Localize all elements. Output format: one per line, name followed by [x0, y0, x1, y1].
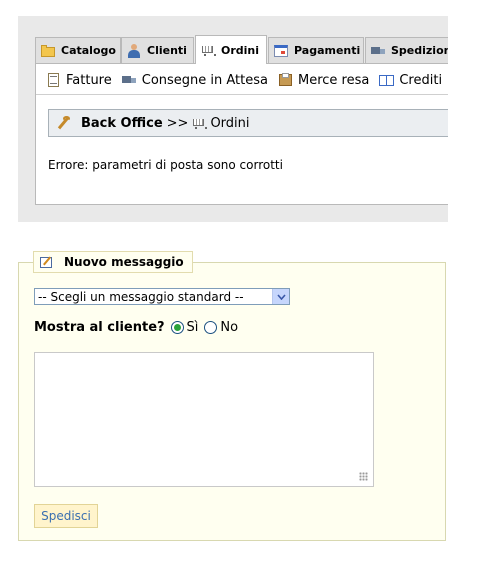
error-message: Errore: parametri di posta sono corrotti	[48, 158, 283, 172]
message-textarea[interactable]	[34, 352, 374, 487]
radio-yes[interactable]	[170, 321, 184, 334]
admin-panel: Catalogo Clienti Ordini Pagamenti Spediz…	[18, 16, 448, 222]
cart-icon	[201, 43, 216, 57]
breadcrumb-root[interactable]: Back Office	[81, 116, 163, 131]
resize-grip-icon[interactable]	[359, 472, 368, 481]
user-icon	[127, 43, 141, 58]
tab-clienti[interactable]: Clienti	[121, 37, 194, 63]
folder-icon	[41, 44, 55, 58]
tab-pagamenti[interactable]: Pagamenti	[268, 37, 364, 63]
fieldset-legend: Nuovo messaggio	[33, 251, 193, 273]
breadcrumb-current: Ordini	[210, 115, 250, 131]
new-message-fieldset: Nuovo messaggio -- Scegli un messaggio s…	[18, 251, 446, 541]
breadcrumb-separator: >>	[166, 115, 189, 131]
wrench-icon	[57, 116, 71, 130]
radio-no-label[interactable]: No	[220, 320, 238, 335]
breadcrumb: Back Office >> Ordini	[48, 109, 448, 137]
tab-label: Catalogo	[61, 44, 116, 57]
sub-navigation: Fatture Consegne in Attesa Merce resa Cr…	[46, 70, 448, 90]
show-to-customer-row: Mostra al cliente? Sì No	[34, 320, 244, 335]
tab-label: Pagamenti	[294, 44, 361, 57]
divider	[36, 94, 448, 95]
invoice-icon	[46, 73, 62, 87]
main-tabs: Catalogo Clienti Ordini Pagamenti Spediz…	[35, 35, 448, 64]
tab-ordini[interactable]: Ordini	[195, 35, 267, 64]
note-icon	[40, 256, 54, 268]
book-icon	[379, 73, 395, 87]
tab-label: Ordini	[221, 43, 260, 57]
subnav-label: Merce resa	[298, 72, 370, 88]
select-value: -- Scegli un messaggio standard --	[38, 289, 244, 304]
subnav-label: Consegne in Attesa	[141, 72, 268, 88]
subnav-label: Fatture	[66, 72, 112, 88]
subnav-label: Crediti	[399, 72, 443, 88]
tab-label: Spedizioni	[391, 44, 448, 57]
subnav-item-merce-resa[interactable]: Merce resa	[278, 73, 369, 88]
truck-icon	[371, 44, 385, 58]
calendar-icon	[274, 44, 288, 58]
subnav-item-consegne[interactable]: Consegne in Attesa	[121, 72, 268, 88]
subnav-item-crediti[interactable]: Crediti	[379, 73, 442, 88]
show-to-customer-label: Mostra al cliente?	[34, 320, 165, 335]
tab-catalogo[interactable]: Catalogo	[35, 37, 121, 63]
radio-yes-label[interactable]: Sì	[187, 320, 199, 335]
box-icon	[278, 73, 294, 87]
tab-spedizioni[interactable]: Spedizioni	[365, 37, 448, 63]
chevron-down-icon[interactable]	[272, 289, 289, 304]
subnav-item-fatture[interactable]: Fatture	[46, 73, 112, 88]
standard-message-select[interactable]: -- Scegli un messaggio standard --	[34, 288, 290, 305]
send-button[interactable]: Spedisci	[34, 504, 98, 528]
cart-icon	[192, 116, 208, 130]
tab-label: Clienti	[147, 44, 187, 57]
radio-no[interactable]	[204, 321, 218, 334]
tab-content: Fatture Consegne in Attesa Merce resa Cr…	[35, 63, 448, 205]
legend-label: Nuovo messaggio	[64, 255, 184, 269]
delivery-truck-icon	[121, 73, 138, 87]
